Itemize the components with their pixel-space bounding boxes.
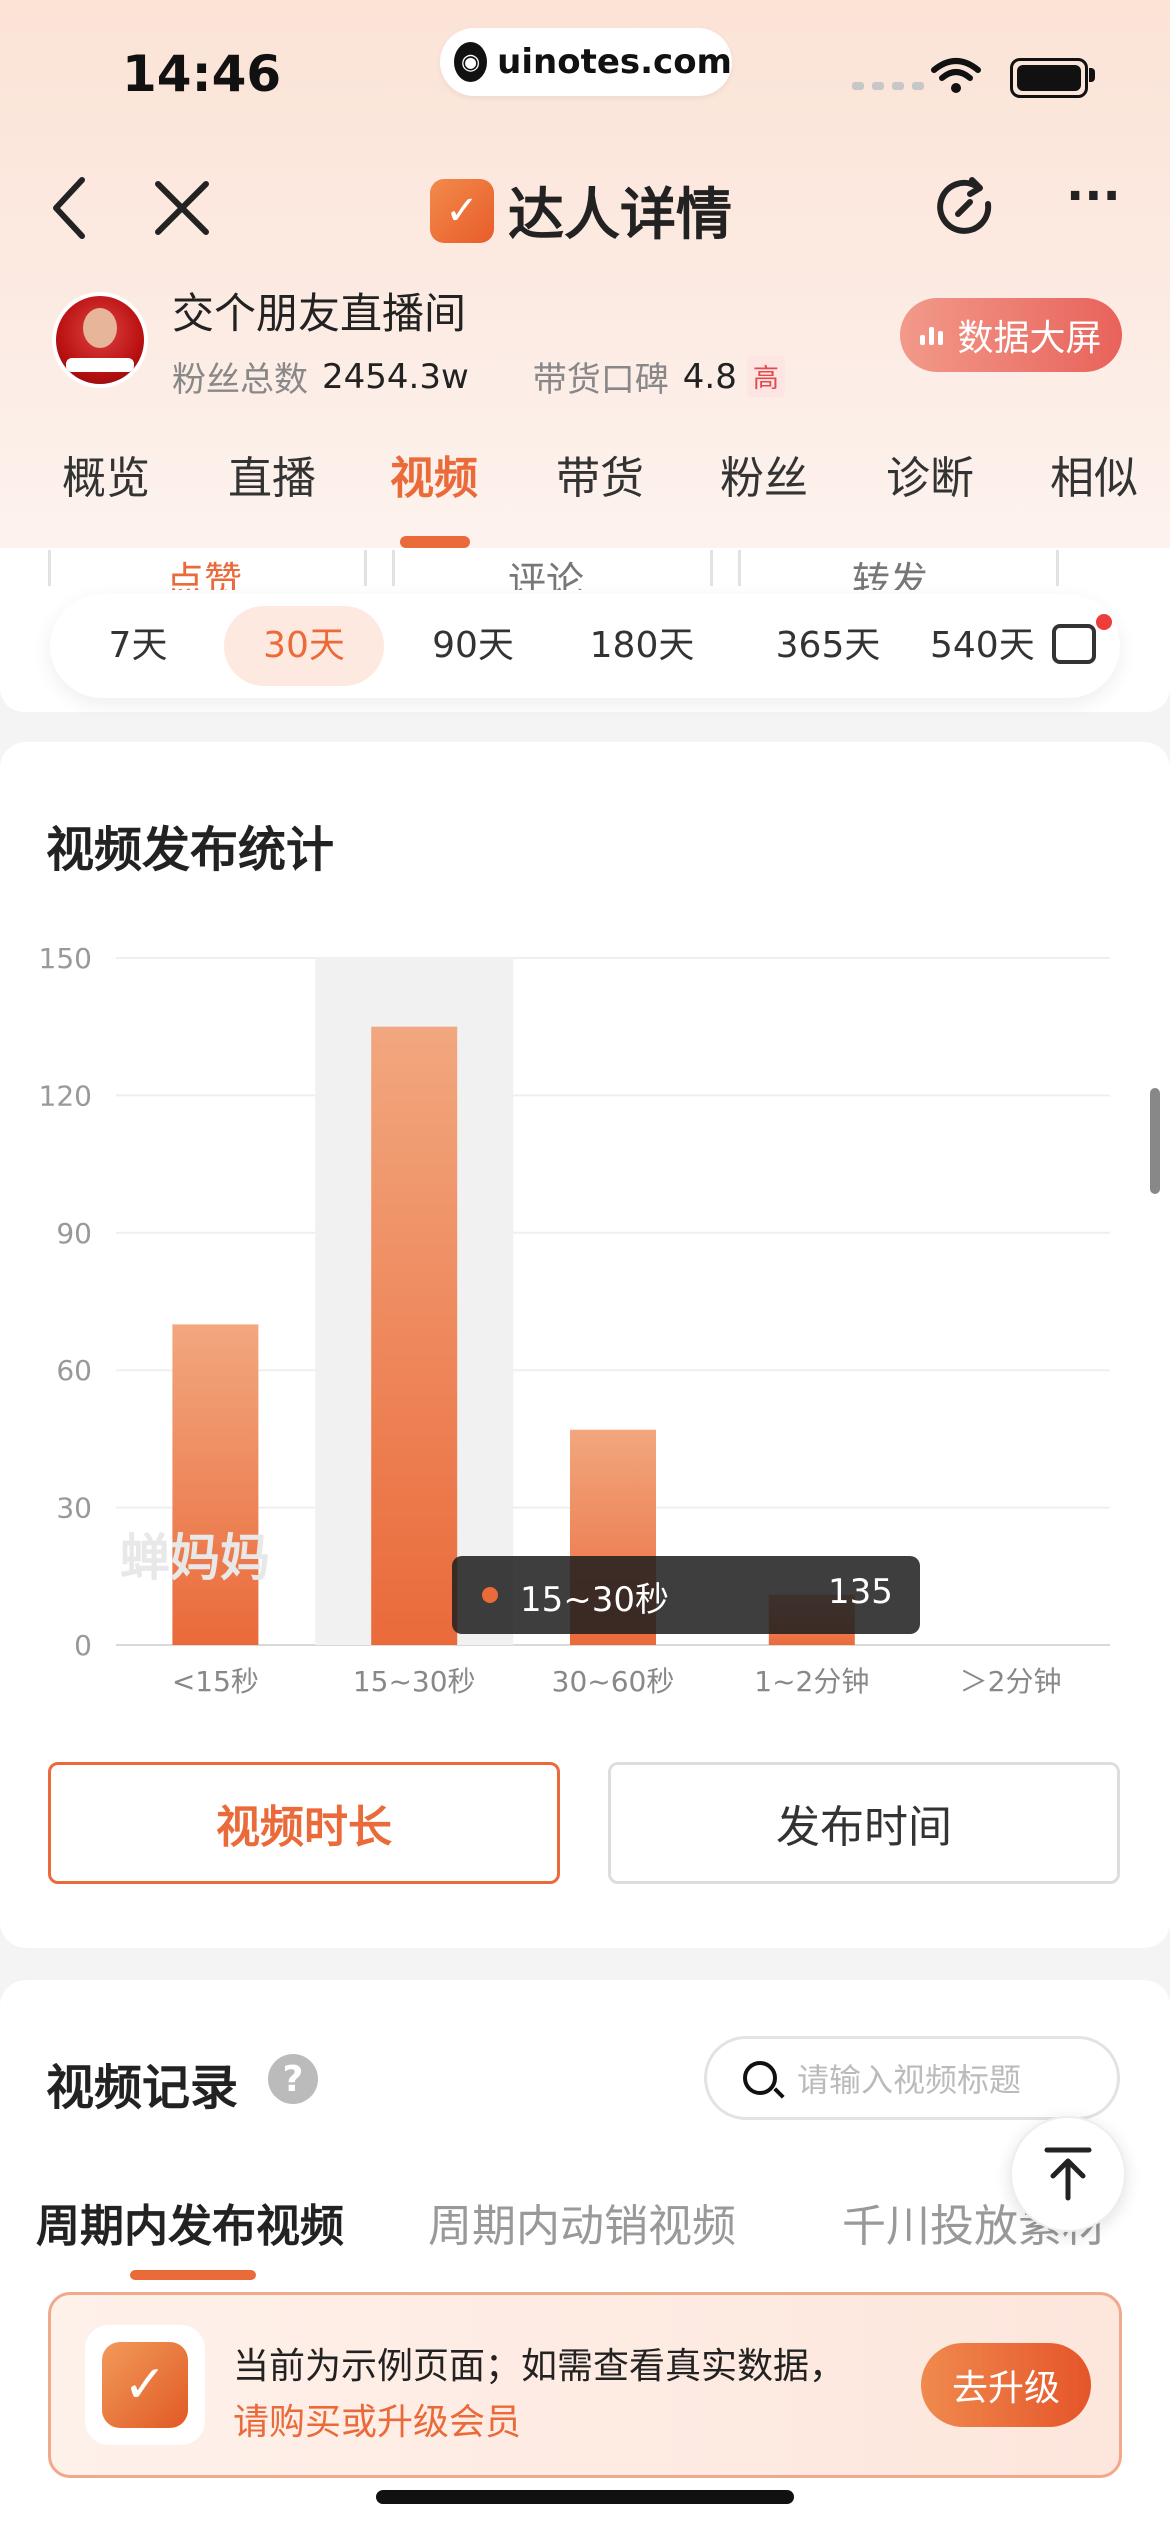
tab-selling-videos[interactable]: 周期内动销视频 — [428, 2190, 736, 2254]
subtab-comments[interactable]: 评论 — [508, 550, 584, 590]
banner-logo: ✓ — [85, 2325, 205, 2445]
home-indicator — [376, 2490, 794, 2504]
reputation-value: 4.8 — [682, 356, 737, 397]
back-icon[interactable] — [50, 176, 90, 240]
banner-link[interactable]: 请购买或升级会员 — [233, 2393, 521, 2445]
arrow-up-icon — [1044, 2147, 1092, 2201]
back-to-top-button[interactable] — [1010, 2116, 1126, 2232]
tab-diagnosis[interactable]: 诊断 — [886, 442, 974, 506]
search-placeholder: 请输入视频标题 — [797, 2061, 1022, 2099]
tab-goods[interactable]: 带货 — [556, 442, 644, 506]
x-tick-label: 30~60秒 — [552, 1665, 675, 1698]
scrollbar[interactable] — [1150, 1088, 1160, 1194]
tab-similar[interactable]: 相似 — [1050, 442, 1138, 506]
help-icon[interactable]: ? — [268, 2054, 318, 2104]
x-tick-label: <15秒 — [172, 1665, 259, 1698]
range-30d[interactable]: 30天 — [224, 606, 384, 686]
anchor-name: 交个朋友直播间 — [172, 289, 467, 338]
video-search-input[interactable]: 请输入视频标题 — [704, 2036, 1120, 2120]
url-pill[interactable]: ◉ uinotes.com — [440, 28, 732, 96]
url-text: uinotes.com — [497, 42, 732, 82]
range-90d[interactable]: 90天 — [412, 594, 534, 698]
records-title: 视频记录 — [46, 2060, 239, 2116]
anchor-stats: 粉丝总数 2454.3w 带货口碑 4.8 高 — [172, 352, 785, 401]
range-7d[interactable]: 7天 — [90, 594, 186, 698]
y-tick-label: 150 — [39, 942, 92, 975]
metric-subtabs: 点赞 评论 转发 — [48, 550, 1059, 590]
signal-icon — [852, 82, 924, 90]
notification-dot — [1096, 614, 1112, 630]
stats-title: 视频发布统计 — [46, 822, 335, 878]
tab-video[interactable]: 视频 — [390, 442, 478, 506]
reputation-level-badge: 高 — [746, 356, 785, 397]
range-365d[interactable]: 365天 — [750, 594, 906, 698]
close-icon[interactable] — [154, 180, 210, 236]
x-tick-label: ＞2分钟 — [960, 1665, 1062, 1698]
data-screen-button[interactable]: 数据大屏 — [900, 298, 1122, 372]
tab-published-videos[interactable]: 周期内发布视频 — [36, 2190, 344, 2254]
fans-value: 2454.3w — [322, 356, 469, 397]
y-tick-label: 0 — [74, 1629, 92, 1662]
x-tick-label: 15~30秒 — [353, 1665, 476, 1698]
avatar[interactable] — [52, 292, 148, 388]
bar — [371, 1026, 458, 1645]
banner-message: 当前为示例页面；如需查看真实数据， — [233, 2346, 846, 2387]
range-540d[interactable]: 540天 — [930, 594, 1048, 698]
records-tab-indicator — [130, 2270, 256, 2280]
search-icon — [743, 2061, 777, 2095]
active-tab-indicator — [400, 536, 470, 548]
watermark: 蝉妈妈 — [120, 1529, 270, 1587]
tab-fans[interactable]: 粉丝 — [720, 442, 808, 506]
calendar-icon[interactable] — [1052, 624, 1096, 664]
upgrade-button[interactable]: 去升级 — [921, 2343, 1091, 2427]
subtab-shares[interactable]: 转发 — [852, 550, 928, 590]
tooltip-marker — [482, 1587, 498, 1603]
y-tick-label: 60 — [56, 1354, 92, 1387]
subtab-likes[interactable]: 点赞 — [166, 550, 242, 590]
publish-time-toggle[interactable]: 发布时间 — [608, 1762, 1120, 1884]
battery-icon — [1010, 58, 1088, 98]
video-duration-toggle[interactable]: 视频时长 — [48, 1762, 560, 1884]
y-tick-label: 120 — [39, 1079, 92, 1112]
site-icon: ◉ — [454, 42, 488, 82]
tab-live[interactable]: 直播 — [228, 442, 316, 506]
app-logo-icon: ✓ — [102, 2342, 188, 2428]
chart-tooltip: 15~30秒 135 — [452, 1556, 920, 1634]
x-tick-label: 1~2分钟 — [754, 1665, 869, 1698]
main-tabs: 概览 直播 视频 带货 粉丝 诊断 相似 — [0, 420, 1170, 550]
y-tick-label: 30 — [56, 1492, 92, 1525]
tooltip-label: 15~30秒 — [520, 1580, 670, 1620]
wifi-icon — [931, 58, 981, 93]
upgrade-banner: ✓ 当前为示例页面；如需查看真实数据， 请购买或升级会员 去升级 — [48, 2292, 1122, 2478]
page-title: 达人详情 — [508, 183, 732, 248]
date-range-bar: 7天 30天 90天 180天 365天 540天 — [50, 594, 1120, 698]
title-group: ✓ 达人详情 — [430, 170, 732, 251]
app-logo-icon: ✓ — [430, 178, 494, 243]
battery-tip — [1089, 68, 1095, 82]
data-screen-label: 数据大屏 — [957, 318, 1102, 359]
y-tick-label: 90 — [56, 1217, 92, 1250]
bar — [172, 1324, 259, 1645]
fans-label: 粉丝总数 — [172, 360, 308, 400]
status-time: 14:46 — [122, 45, 282, 103]
more-icon[interactable]: ··· — [1066, 172, 1121, 220]
refresh-icon[interactable] — [930, 174, 1000, 244]
reputation-label: 带货口碑 — [532, 360, 669, 400]
bar-chart-icon — [920, 325, 944, 345]
tab-overview[interactable]: 概览 — [62, 442, 150, 506]
range-180d[interactable]: 180天 — [572, 594, 712, 698]
tooltip-value: 135 — [828, 1572, 893, 1612]
